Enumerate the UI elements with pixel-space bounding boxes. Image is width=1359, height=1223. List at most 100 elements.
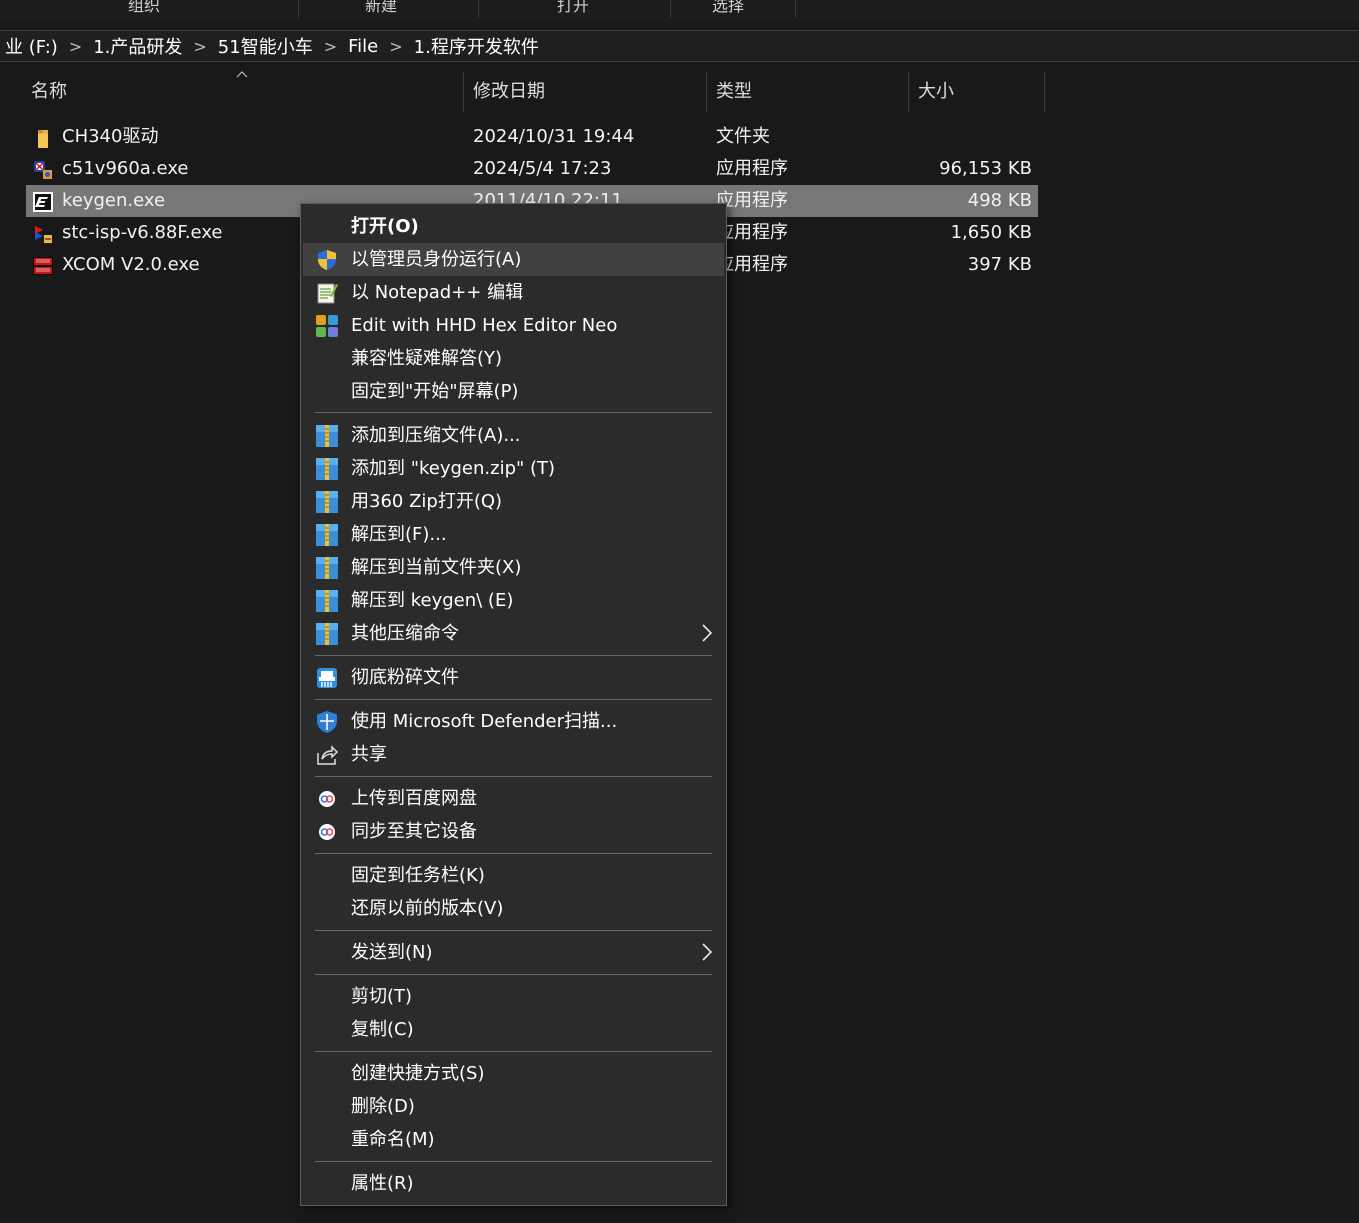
breadcrumb-smart-car[interactable]: 51智能小车 (214, 33, 317, 59)
menu-item-label: Edit with HHD Hex Editor Neo (351, 315, 618, 336)
menu-item-compat-troubleshoot[interactable]: 兼容性疑难解答(Y) (303, 342, 724, 375)
menu-item-label: 以 Notepad++ 编辑 (351, 282, 524, 303)
menu-item-copy[interactable]: 复制(C) (303, 1013, 724, 1046)
ribbon-group-new[interactable]: 新建 (365, 0, 397, 16)
ribbon-group-organize[interactable]: 组织 (128, 0, 160, 16)
menu-item-create-shortcut[interactable]: 创建快捷方式(S) (303, 1057, 724, 1090)
menu-item-send-to[interactable]: 发送到(N) (303, 936, 724, 969)
baidu-netdisk-icon (315, 820, 339, 844)
menu-item-other-compress-commands[interactable]: 其他压缩命令 (303, 617, 724, 650)
keygen-icon (32, 191, 54, 213)
menu-item-label: 打开(O) (351, 216, 419, 237)
menu-item-open[interactable]: 打开(O) (303, 210, 724, 243)
breadcrumb-chevron-icon[interactable]: > (382, 37, 409, 56)
menu-item-share[interactable]: 共享 (303, 738, 724, 771)
menu-item-add-to-keygen-zip[interactable]: 添加到 "keygen.zip" (T) (303, 452, 724, 485)
file-row[interactable]: CH340驱动 2024/10/31 19:44 文件夹 (26, 121, 1038, 153)
file-date: 2024/10/31 19:44 (473, 126, 635, 147)
defender-shield-icon (315, 710, 339, 734)
address-bar[interactable]: 业 (F:) > 1.产品研发 > 51智能小车 > File > 1.程序开发… (0, 30, 1359, 62)
file-size: 397 KB (967, 254, 1032, 275)
ribbon-group-select[interactable]: 选择 (712, 0, 744, 16)
column-headers: 名称 修改日期 类型 大小 (0, 71, 1046, 114)
menu-item-label: 添加到压缩文件(A)... (351, 425, 521, 446)
menu-separator (315, 974, 712, 975)
chevron-right-icon (700, 623, 714, 643)
column-header-name[interactable]: 名称 (22, 72, 462, 114)
menu-item-add-to-archive[interactable]: 添加到压缩文件(A)... (303, 419, 724, 452)
column-header-type[interactable]: 类型 (707, 72, 908, 114)
breadcrumb-drive[interactable]: 业 (F:) (1, 33, 62, 59)
breadcrumb-dev-software[interactable]: 1.程序开发软件 (410, 33, 543, 59)
file-size: 96,153 KB (939, 158, 1032, 179)
file-size: 1,650 KB (950, 222, 1032, 243)
menu-item-properties[interactable]: 属性(R) (303, 1167, 724, 1200)
breadcrumb-product-rd[interactable]: 1.产品研发 (89, 33, 186, 59)
share-icon (315, 743, 339, 767)
menu-item-label: 剪切(T) (351, 986, 413, 1007)
breadcrumb-chevron-icon[interactable]: > (186, 37, 213, 56)
menu-item-label: 固定到任务栏(K) (351, 865, 485, 886)
zip-archive-icon (315, 424, 339, 448)
zip-archive-icon (315, 556, 339, 580)
menu-item-run-as-admin[interactable]: 以管理员身份运行(A) (303, 243, 724, 276)
menu-separator (315, 1051, 712, 1052)
column-header-date[interactable]: 修改日期 (464, 72, 706, 114)
folder-icon (32, 127, 54, 149)
menu-item-label: 复制(C) (351, 1019, 414, 1040)
file-size: 498 KB (967, 190, 1032, 211)
uac-shield-icon (315, 248, 339, 272)
menu-item-extract-to[interactable]: 解压到(F)... (303, 518, 724, 551)
ribbon-group-open[interactable]: 打开 (557, 0, 589, 16)
menu-item-upload-baidu[interactable]: 上传到百度网盘 (303, 782, 724, 815)
ribbon-divider (795, 0, 796, 18)
menu-item-label: 以管理员身份运行(A) (351, 249, 522, 270)
file-name: XCOM V2.0.exe (62, 254, 200, 275)
breadcrumb-chevron-icon[interactable]: > (317, 37, 344, 56)
menu-item-extract-to-keygen-folder[interactable]: 解压到 keygen\ (E) (303, 584, 724, 617)
menu-item-hex-editor[interactable]: Edit with HHD Hex Editor Neo (303, 309, 724, 342)
menu-item-pin-to-start[interactable]: 固定到"开始"屏幕(P) (303, 375, 724, 408)
menu-item-pin-taskbar[interactable]: 固定到任务栏(K) (303, 859, 724, 892)
menu-item-defender-scan[interactable]: 使用 Microsoft Defender扫描... (303, 705, 724, 738)
menu-separator (315, 776, 712, 777)
menu-item-label: 上传到百度网盘 (351, 788, 477, 809)
ribbon-divider (670, 0, 671, 18)
menu-item-delete[interactable]: 删除(D) (303, 1090, 724, 1123)
menu-item-label: 还原以前的版本(V) (351, 898, 504, 919)
menu-item-label: 创建快捷方式(S) (351, 1063, 485, 1084)
column-header-size[interactable]: 大小 (909, 72, 1044, 114)
menu-item-extract-here[interactable]: 解压到当前文件夹(X) (303, 551, 724, 584)
menu-item-label: 重命名(M) (351, 1129, 435, 1150)
shredder-icon (315, 666, 339, 690)
menu-item-label: 共享 (351, 744, 387, 765)
menu-item-label: 添加到 "keygen.zip" (T) (351, 458, 556, 479)
ribbon-divider (478, 0, 479, 18)
menu-item-cut[interactable]: 剪切(T) (303, 980, 724, 1013)
menu-separator (315, 1161, 712, 1162)
file-name: stc-isp-v6.88F.exe (62, 222, 223, 243)
menu-item-sync-devices[interactable]: 同步至其它设备 (303, 815, 724, 848)
menu-separator (315, 930, 712, 931)
menu-item-open-with-360zip[interactable]: 用360 Zip打开(Q) (303, 485, 724, 518)
menu-item-label: 固定到"开始"屏幕(P) (351, 381, 519, 402)
breadcrumb-file[interactable]: File (344, 36, 382, 57)
stc-isp-icon (32, 223, 54, 245)
file-name: keygen.exe (62, 190, 166, 211)
file-row[interactable]: c51v960a.exe 2024/5/4 17:23 应用程序 96,153 … (26, 153, 1038, 185)
menu-item-label: 使用 Microsoft Defender扫描... (351, 711, 618, 732)
baidu-netdisk-icon (315, 787, 339, 811)
menu-item-rename[interactable]: 重命名(M) (303, 1123, 724, 1156)
menu-item-label: 解压到当前文件夹(X) (351, 557, 522, 578)
menu-item-shred-file[interactable]: 彻底粉碎文件 (303, 661, 724, 694)
menu-item-label: 同步至其它设备 (351, 821, 477, 842)
menu-item-restore-previous[interactable]: 还原以前的版本(V) (303, 892, 724, 925)
column-divider[interactable] (1044, 72, 1045, 112)
installer-icon (32, 159, 54, 181)
menu-item-notepadpp[interactable]: 以 Notepad++ 编辑 (303, 276, 724, 309)
menu-item-label: 解压到 keygen\ (E) (351, 590, 514, 611)
breadcrumb-chevron-icon[interactable]: > (62, 37, 89, 56)
menu-separator (315, 699, 712, 700)
ribbon: 组织 新建 打开 选择 (0, 0, 1359, 22)
zip-archive-icon (315, 490, 339, 514)
